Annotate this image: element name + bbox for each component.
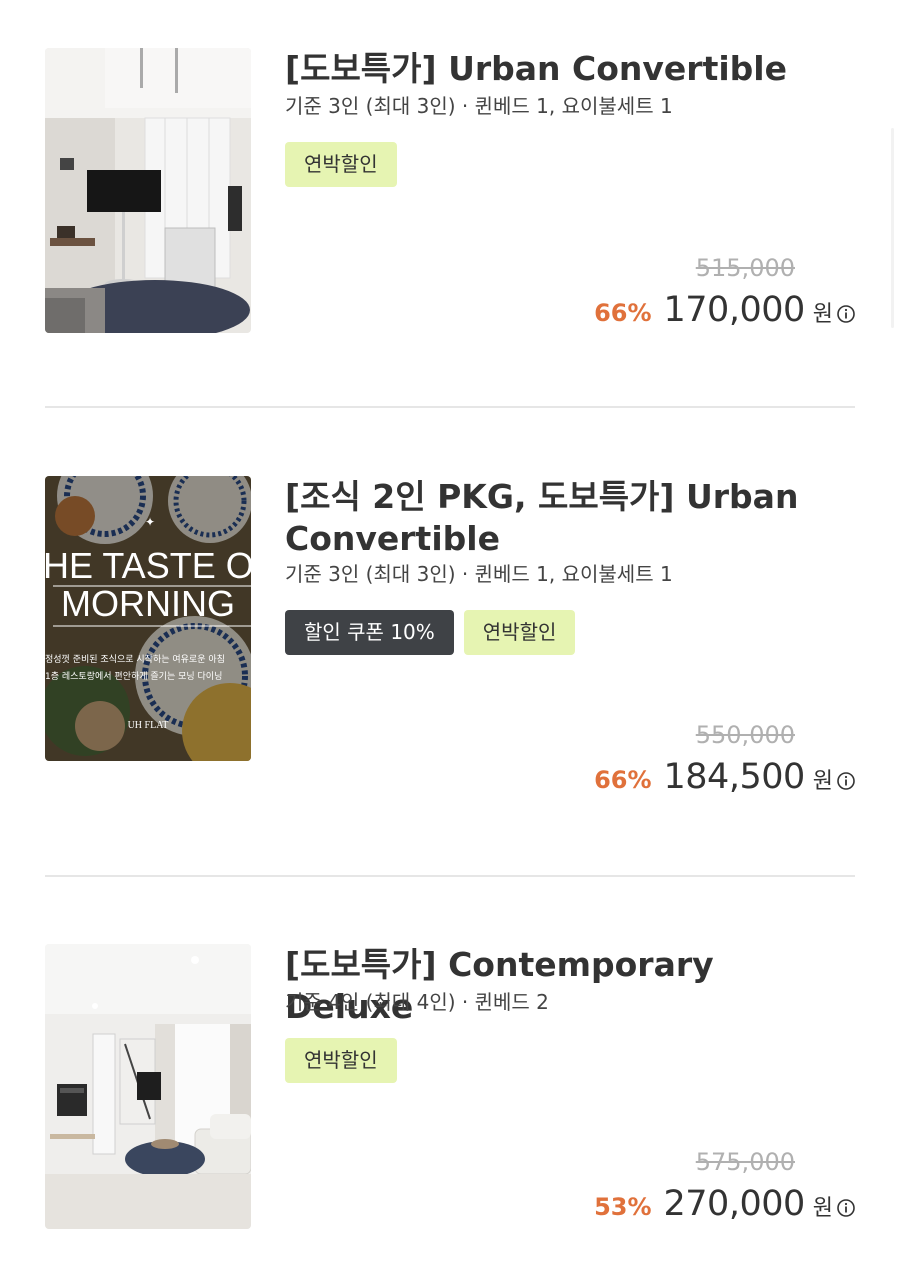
currency-label: 원 (812, 302, 833, 327)
currency-label: 원 (812, 1196, 833, 1221)
room-title[interactable]: [도보특가] Contemporary Deluxe (285, 944, 805, 1028)
room-capacity: 기준 4인 (최대 4인) · 퀸베드 2 (285, 990, 549, 1014)
scrollbar-track[interactable] (891, 128, 894, 328)
discount-rate: 66% (594, 299, 652, 327)
promo-line-1: 정성껏 준비된 조식으로 시작하는 여유로운 아침 (45, 653, 225, 665)
room-thumbnail[interactable]: ✦ HE TASTE O MORNING 정성껏 준비된 조식으로 시작하는 여… (45, 476, 251, 761)
consecutive-stay-discount-badge: 연박할인 (285, 142, 397, 187)
promo-line-2: 1층 레스토랑에서 편안하게 즐기는 모닝 다이닝 (45, 670, 222, 682)
room-thumbnail[interactable] (45, 944, 251, 1229)
sale-price: 170,000 (663, 290, 806, 330)
brand-logo: UH FLAT (128, 720, 169, 731)
room-card[interactable]: [도보특가] Urban Convertible 기준 3인 (최대 3인) ·… (45, 48, 855, 338)
divider (45, 875, 855, 877)
currency-label: 원 (812, 769, 833, 794)
room-thumbnail[interactable] (45, 48, 251, 333)
room-title[interactable]: [조식 2인 PKG, 도보특가] Urban Convertible (285, 476, 805, 560)
info-icon[interactable] (837, 772, 855, 790)
original-price: 575,000 (695, 1148, 795, 1176)
discount-rate: 66% (594, 766, 652, 794)
consecutive-stay-discount-badge: 연박할인 (285, 1038, 397, 1083)
room-card[interactable]: [도보특가] Contemporary Deluxe 기준 4인 (최대 4인)… (45, 944, 855, 1234)
info-icon[interactable] (837, 1199, 855, 1217)
original-price: 550,000 (695, 721, 795, 749)
discount-rate: 53% (594, 1193, 652, 1221)
original-price: 515,000 (695, 254, 795, 282)
sale-price: 184,500 (663, 757, 806, 797)
room-card[interactable]: ✦ HE TASTE O MORNING 정성껏 준비된 조식으로 시작하는 여… (45, 476, 855, 797)
divider (45, 406, 855, 408)
room-capacity: 기준 3인 (최대 3인) · 퀸베드 1, 요이불세트 1 (285, 562, 673, 586)
coupon-badge: 할인 쿠폰 10% (285, 610, 454, 655)
info-icon[interactable] (837, 305, 855, 323)
room-capacity: 기준 3인 (최대 3인) · 퀸베드 1, 요이불세트 1 (285, 94, 673, 118)
room-title[interactable]: [도보특가] Urban Convertible (285, 48, 805, 90)
promo-headline-2: MORNING (61, 583, 235, 624)
sale-price: 270,000 (663, 1184, 806, 1224)
promo-headline-1: HE TASTE O (45, 545, 251, 586)
consecutive-stay-discount-badge: 연박할인 (463, 610, 576, 655)
svg-text:✦: ✦ (145, 515, 155, 529)
